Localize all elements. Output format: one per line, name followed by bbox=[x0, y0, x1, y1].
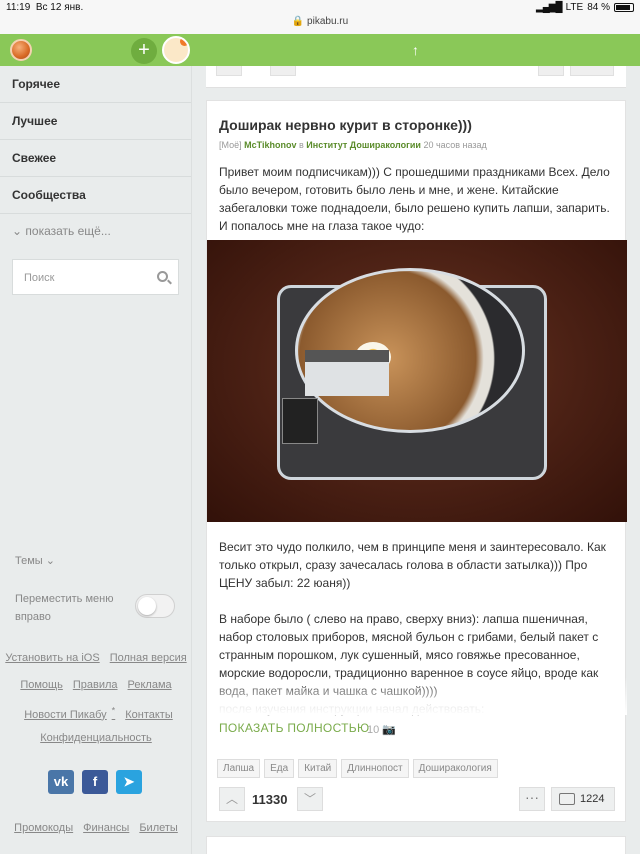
comments-button[interactable]: 1224 bbox=[551, 787, 615, 811]
add-post-button[interactable]: + bbox=[131, 38, 157, 64]
tag[interactable]: Китай bbox=[298, 759, 338, 778]
news-link-label: Новости Пикабу bbox=[24, 708, 107, 721]
previous-post-footer bbox=[206, 66, 626, 88]
more-button[interactable]: ··· bbox=[519, 787, 545, 811]
post-text-paragraph-2: Весит это чудо полкило, чем в принципе м… bbox=[219, 540, 606, 590]
links-row-3: Новости Пикабу * Контакты bbox=[0, 705, 192, 721]
prev-vote-down[interactable] bbox=[270, 66, 296, 76]
chevron-down-icon: ⌄ bbox=[45, 555, 55, 567]
sidebar-nav: Горячее Лучшее Свежее Сообщества bbox=[0, 66, 191, 214]
post-title[interactable]: Доширак нервно курит в сторонке))) bbox=[219, 117, 472, 133]
signal-icon: ▂▄▆█ bbox=[536, 2, 563, 13]
show-more-link[interactable]: ⌄ показать ещё... bbox=[0, 214, 191, 248]
package-label-shape bbox=[305, 350, 389, 396]
privacy-link[interactable]: Конфиденциальность bbox=[40, 732, 152, 744]
top-bar: + ↑ bbox=[0, 34, 640, 66]
chevron-down-icon: ⌄ bbox=[12, 224, 23, 238]
post-tags: Лапша Еда Китай Длиннопост Доширакология bbox=[217, 759, 498, 778]
post-card: Доширак нервно курит в сторонке))) [Моё]… bbox=[206, 100, 627, 822]
image-count: 10 📷 bbox=[367, 723, 396, 736]
prev-vote-up[interactable] bbox=[216, 66, 242, 76]
sidebar-item-hot[interactable]: Горячее bbox=[0, 66, 191, 103]
news-link[interactable]: Новости Пикабу * bbox=[19, 705, 115, 721]
full-version-link[interactable]: Полная версия bbox=[110, 652, 187, 664]
post-meta-in: в bbox=[299, 140, 304, 150]
lock-icon: 🔒 bbox=[291, 16, 305, 27]
post-image[interactable] bbox=[207, 240, 627, 522]
image-count-value: 10 bbox=[367, 724, 380, 736]
package-brand-shape bbox=[282, 398, 318, 444]
ads-link[interactable]: Реклама bbox=[128, 679, 172, 691]
status-right: ▂▄▆█ LTE 84 % bbox=[536, 2, 634, 13]
post-author[interactable]: McTikhonov bbox=[244, 140, 296, 150]
scroll-top-icon[interactable]: ↑ bbox=[412, 42, 419, 58]
comments-count: 1224 bbox=[580, 793, 605, 805]
ellipsis-icon: ··· bbox=[525, 789, 539, 805]
status-time-date: 11:19 Вс 12 янв. bbox=[6, 2, 83, 13]
text-fade bbox=[207, 677, 627, 715]
pikabu-logo[interactable] bbox=[10, 39, 32, 61]
tag[interactable]: Еда bbox=[264, 759, 295, 778]
vk-icon[interactable]: vk bbox=[48, 770, 74, 794]
links-row-2: Помощь Правила Реклама bbox=[0, 679, 192, 691]
help-link[interactable]: Помощь bbox=[20, 679, 63, 691]
move-right-label: Переместить меню вправо bbox=[15, 593, 114, 623]
sidebar-item-communities[interactable]: Сообщества bbox=[0, 177, 191, 214]
post-rating: 11330 bbox=[252, 792, 288, 807]
themes-label: Темы bbox=[15, 555, 43, 567]
network-label: LTE bbox=[565, 2, 584, 13]
post-meta-prefix: [Моё] bbox=[219, 140, 242, 150]
prev-more[interactable] bbox=[538, 66, 564, 76]
sidebar-item-fresh[interactable]: Свежее bbox=[0, 140, 191, 177]
move-right-toggle[interactable] bbox=[135, 594, 175, 618]
search-icon[interactable] bbox=[157, 271, 168, 282]
post-meta: [Моё] McTikhonov в Институт Доширакологи… bbox=[219, 140, 487, 150]
install-ios-link[interactable]: Установить на iOS bbox=[5, 652, 99, 664]
battery-label: 84 % bbox=[587, 2, 610, 13]
themes-toggle[interactable]: Темы ⌄ bbox=[15, 554, 55, 567]
links-row-4: Конфиденциальность bbox=[0, 732, 192, 744]
news-star: * bbox=[111, 705, 116, 715]
next-post-card bbox=[206, 836, 626, 854]
post-text-intro: Привет моим подписчикам))) С прошедшими … bbox=[219, 165, 610, 233]
social-links: vk f ➤ bbox=[48, 770, 142, 794]
tickets-link[interactable]: Билеты bbox=[139, 822, 177, 834]
post-time: 20 часов назад bbox=[423, 140, 487, 150]
promo-link[interactable]: Промокоды bbox=[14, 822, 73, 834]
status-time: 11:19 bbox=[6, 2, 31, 13]
user-avatar[interactable] bbox=[162, 36, 190, 64]
url-text: pikabu.ru bbox=[307, 16, 349, 27]
chevron-down-icon: ﹀ bbox=[303, 792, 316, 806]
finance-link[interactable]: Финансы bbox=[83, 822, 129, 834]
tag[interactable]: Лапша bbox=[217, 759, 261, 778]
chevron-up-icon: ︿ bbox=[225, 792, 238, 806]
camera-icon: 📷 bbox=[382, 724, 397, 736]
contacts-link[interactable]: Контакты bbox=[125, 709, 173, 721]
show-full-button[interactable]: ПОКАЗАТЬ ПОЛНОСТЬЮ bbox=[219, 721, 369, 735]
sidebar: Горячее Лучшее Свежее Сообщества ⌄ показ… bbox=[0, 66, 192, 854]
prev-comments[interactable] bbox=[570, 66, 614, 76]
search-placeholder: Поиск bbox=[24, 272, 55, 284]
url-bar[interactable]: 🔒 pikabu.ru bbox=[0, 14, 640, 34]
show-more-label: показать ещё... bbox=[25, 224, 111, 238]
status-date: Вс 12 янв. bbox=[35, 2, 84, 13]
vote-down-button[interactable]: ﹀ bbox=[297, 787, 323, 811]
comment-icon bbox=[559, 793, 575, 805]
notification-dot bbox=[180, 38, 188, 46]
battery-icon bbox=[614, 3, 634, 12]
post-community[interactable]: Институт Доширакологии bbox=[306, 140, 421, 150]
links-row-5: Промокоды Финансы Билеты bbox=[0, 822, 192, 834]
rules-link[interactable]: Правила bbox=[73, 679, 118, 691]
tag[interactable]: Доширакология bbox=[412, 759, 498, 778]
tag[interactable]: Длиннопост bbox=[341, 759, 409, 778]
search-input[interactable]: Поиск bbox=[12, 259, 179, 295]
links-row-1: Установить на iOS Полная версия bbox=[0, 652, 192, 664]
telegram-icon[interactable]: ➤ bbox=[116, 770, 142, 794]
sidebar-item-best[interactable]: Лучшее bbox=[0, 103, 191, 140]
vote-up-button[interactable]: ︿ bbox=[219, 787, 245, 811]
facebook-icon[interactable]: f bbox=[82, 770, 108, 794]
